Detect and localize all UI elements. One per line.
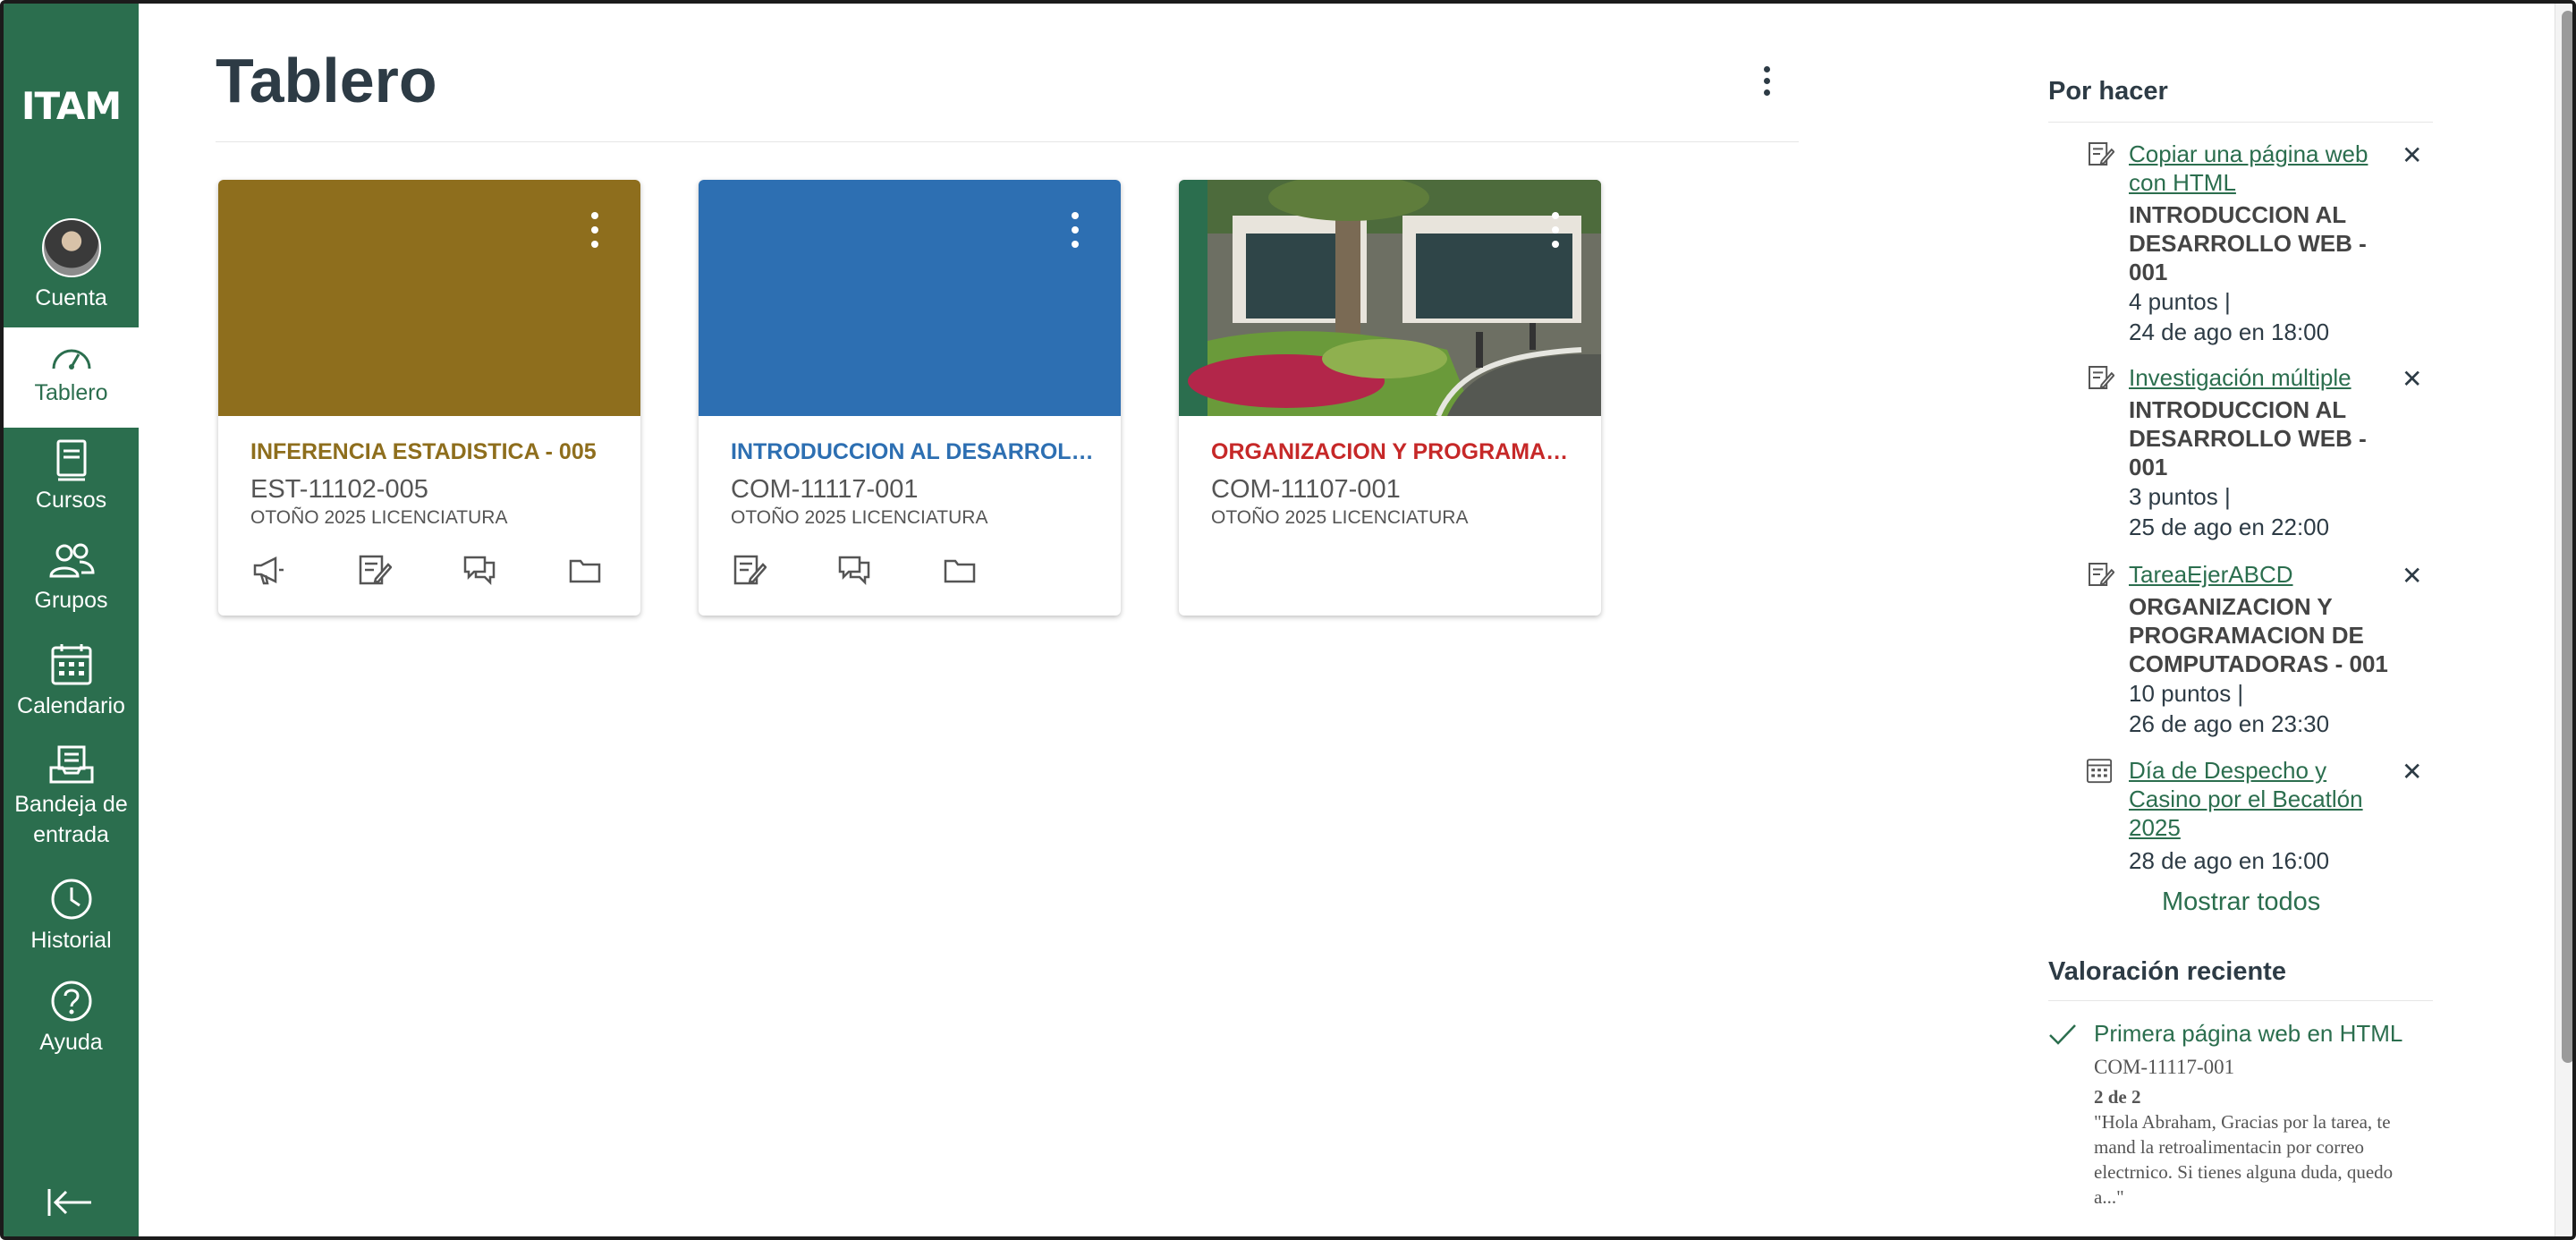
global-nav: ITAM Cuenta Tablero Cursos Grupos Calend…: [4, 4, 139, 1236]
itam-logo[interactable]: ITAM: [4, 84, 139, 128]
nav-history-label: Historial: [30, 928, 112, 953]
nav-inbox-label: Bandeja de entrada: [14, 792, 128, 847]
assignments-icon[interactable]: [356, 552, 393, 588]
nav-help-label: Ayuda: [39, 1030, 103, 1055]
groups-icon: [48, 543, 95, 578]
todo-date: 25 de ago en 22:00: [2129, 514, 2330, 540]
nav-groups[interactable]: Grupos: [4, 542, 139, 616]
assignment-icon: [2089, 366, 2114, 389]
course-code: COM-11107-001: [1211, 475, 1401, 504]
calendar-event-icon: [2086, 759, 2113, 784]
course-term: OTOÑO 2025 LICENCIATURA: [731, 507, 988, 528]
files-icon[interactable]: [942, 552, 978, 588]
nav-account-label: Cuenta: [35, 285, 107, 310]
todo-points: 4 puntos |: [2129, 288, 2231, 315]
course-name[interactable]: INFERENCIA ESTADISTICA - 005: [250, 439, 617, 465]
nav-calendar-label: Calendario: [17, 693, 125, 718]
todo-points: 3 puntos |: [2129, 483, 2231, 510]
nav-groups-label: Grupos: [34, 588, 108, 613]
avatar: [41, 218, 101, 277]
page-title: Tablero: [216, 46, 437, 115]
recent-feedback-divider: [2048, 1000, 2433, 1001]
nav-courses-label: Cursos: [35, 488, 107, 513]
todo-date: 24 de ago en 18:00: [2129, 318, 2330, 345]
calendar-icon: [51, 644, 91, 685]
todo-course: INTRODUCCION AL DESARROLLO WEB - 001: [2129, 396, 2367, 480]
feedback-link[interactable]: Primera página web en HTML: [2094, 1020, 2402, 1048]
todo-divider: [2048, 122, 2433, 123]
nav-dashboard-label: Tablero: [34, 380, 108, 405]
card-hero-image[interactable]: [1179, 180, 1601, 418]
todo-link[interactable]: Investigación múltiple: [2129, 363, 2370, 392]
feedback-comment: "Hola Abraham, Gracias por la tarea, te …: [2094, 1111, 2394, 1208]
card-hero[interactable]: [218, 180, 640, 416]
course-card[interactable]: INFERENCIA ESTADISTICA - 005 EST-11102-0…: [218, 180, 640, 616]
dashboard-options-menu[interactable]: [1753, 66, 1780, 102]
course-term: OTOÑO 2025 LICENCIATURA: [1211, 507, 1469, 528]
course-code: COM-11117-001: [731, 475, 919, 504]
course-name[interactable]: ORGANIZACION Y PROGRAMACION DE COMPUTADO…: [1211, 439, 1578, 465]
nav-dashboard[interactable]: Tablero: [4, 327, 139, 428]
assignments-icon[interactable]: [731, 552, 767, 588]
nav-account[interactable]: Cuenta: [4, 218, 139, 313]
nav-inbox[interactable]: Bandeja de entrada: [4, 744, 139, 850]
todo-points: 10 puntos |: [2129, 680, 2244, 707]
card-options-menu[interactable]: [1069, 212, 1081, 255]
card-options-menu[interactable]: [1549, 212, 1562, 255]
todo-heading: Por hacer: [2048, 77, 2168, 106]
dismiss-icon[interactable]: ✕: [2402, 143, 2422, 168]
course-code: EST-11102-005: [250, 475, 428, 504]
recent-feedback-heading: Valoración reciente: [2048, 957, 2286, 986]
nav-courses[interactable]: Cursos: [4, 438, 139, 515]
dismiss-icon[interactable]: ✕: [2402, 760, 2422, 785]
main-content: Tablero INFERENCIA ESTADISTICA - 005 EST…: [139, 4, 2572, 1236]
nav-calendar[interactable]: Calendario: [4, 642, 139, 721]
history-icon: [51, 879, 91, 920]
feedback-score: 2 de 2: [2094, 1086, 2141, 1108]
show-all-link[interactable]: Mostrar todos: [2162, 888, 2320, 917]
course-card[interactable]: INTRODUCCION AL DESARROLLO WEB - 001 COM…: [699, 180, 1121, 616]
assignment-icon: [2089, 142, 2114, 166]
todo-course: INTRODUCCION AL DESARROLLO WEB - 001: [2129, 201, 2367, 285]
discussions-icon[interactable]: [462, 552, 497, 588]
inbox-icon: [49, 745, 93, 784]
page-scrollbar[interactable]: [2555, 4, 2572, 1236]
dashboard-icon: [52, 349, 90, 369]
header-divider: [216, 141, 1799, 142]
todo-link[interactable]: Día de Despecho y Casino por el Becatlón…: [2129, 756, 2370, 842]
nav-history[interactable]: Historial: [4, 877, 139, 955]
nav-help[interactable]: Ayuda: [4, 979, 139, 1057]
course-name[interactable]: INTRODUCCION AL DESARROLLO WEB - 001: [731, 439, 1097, 465]
todo-date: 26 de ago en 23:30: [2129, 710, 2330, 737]
todo-link[interactable]: Copiar una página web con HTML: [2129, 140, 2370, 197]
dismiss-icon[interactable]: ✕: [2402, 367, 2422, 392]
dismiss-icon[interactable]: ✕: [2402, 564, 2422, 589]
todo-link[interactable]: TareaEjerABCD: [2129, 560, 2370, 589]
course-card[interactable]: ORGANIZACION Y PROGRAMACION DE COMPUTADO…: [1179, 180, 1601, 616]
checkmark-icon: [2049, 1024, 2076, 1045]
files-icon[interactable]: [567, 552, 603, 588]
course-term: OTOÑO 2025 LICENCIATURA: [250, 507, 508, 528]
announcements-icon[interactable]: [250, 552, 286, 588]
assignment-icon: [2089, 563, 2114, 586]
discussions-icon[interactable]: [836, 552, 872, 588]
card-options-menu[interactable]: [589, 212, 601, 255]
collapse-nav-icon[interactable]: [47, 1186, 95, 1219]
help-icon: [51, 981, 91, 1022]
courses-icon: [56, 439, 86, 481]
card-hero[interactable]: [699, 180, 1121, 416]
scrollbar-thumb[interactable]: [2562, 11, 2572, 1063]
browser-window: ITAM Cuenta Tablero Cursos Grupos Calend…: [0, 0, 2576, 1240]
feedback-course-code: COM-11117-001: [2094, 1056, 2235, 1078]
todo-course: ORGANIZACION Y PROGRAMACION DE COMPUTADO…: [2129, 593, 2388, 677]
todo-date: 28 de ago en 16:00: [2129, 847, 2330, 874]
